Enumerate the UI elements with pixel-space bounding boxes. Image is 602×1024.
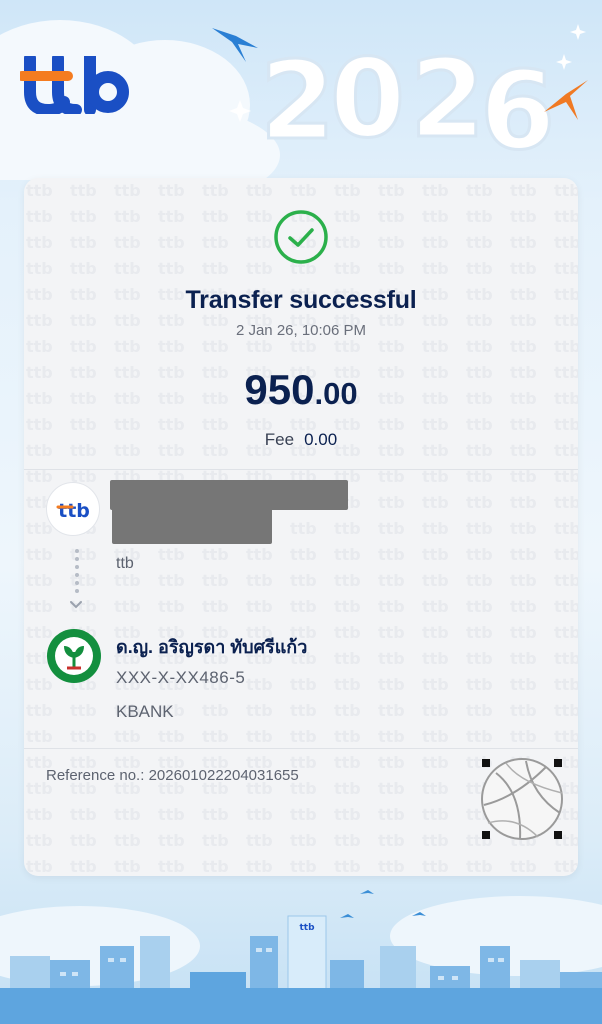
transfer-amount: 950.00 — [24, 366, 578, 414]
reference-number: Reference no.: 202601022204031655 — [46, 767, 299, 784]
bird-icon — [340, 914, 354, 918]
header-banner: 2 0 2 6 — [0, 0, 602, 180]
receiver-account: XXX-X-XX486-5 — [116, 668, 246, 687]
building-sign: ttb — [299, 923, 315, 933]
sender-account-redacted — [112, 506, 272, 544]
chevron-down-icon — [70, 601, 82, 609]
reference-value: 202601022204031655 — [148, 767, 299, 784]
year-2026-decoration: 2 0 2 6 — [212, 24, 588, 176]
receipt-card: ttb Transfer successful 2 Jan 26, 10:06 … — [24, 178, 578, 876]
svg-text:2: 2 — [260, 39, 335, 164]
receiver-bank-logo — [46, 628, 101, 683]
fee-value: 0.00 — [304, 430, 338, 449]
divider — [24, 469, 578, 470]
check-circle-icon — [274, 210, 328, 264]
divider — [24, 748, 578, 749]
fee-row: Fee 0.00 — [24, 430, 578, 450]
kbank-logo — [47, 629, 101, 683]
transfer-datetime: 2 Jan 26, 10:06 PM — [235, 322, 367, 339]
receiver-name: ด.ญ. อริญรดา ทับศรีแก้ว — [116, 637, 308, 657]
svg-text:0: 0 — [330, 37, 405, 162]
sender-bank-name: ttb — [116, 555, 134, 572]
volleyball-sticker[interactable] — [476, 753, 568, 845]
status-title: Transfer successful — [185, 286, 417, 314]
amount-decimal: .00 — [314, 376, 358, 411]
sender-bank-logo: ttb — [46, 482, 100, 536]
fee-label: Fee — [264, 430, 295, 449]
svg-text:2: 2 — [410, 37, 485, 162]
ttb-logo — [20, 56, 129, 114]
svg-text:ttb: ttb — [58, 500, 90, 522]
amount-integer: 950 — [244, 366, 315, 413]
svg-text:6: 6 — [480, 49, 555, 174]
city-skyline-illustration: ttb — [0, 890, 602, 1024]
bird-icon — [360, 890, 374, 894]
reference-label: Reference no.: — [46, 767, 145, 784]
bird-icon — [212, 28, 258, 62]
footer-skyline: ttb — [0, 876, 602, 1024]
ttb-logo-small: ttb — [56, 500, 90, 522]
receiver-bank-name: KBANK — [116, 702, 174, 721]
